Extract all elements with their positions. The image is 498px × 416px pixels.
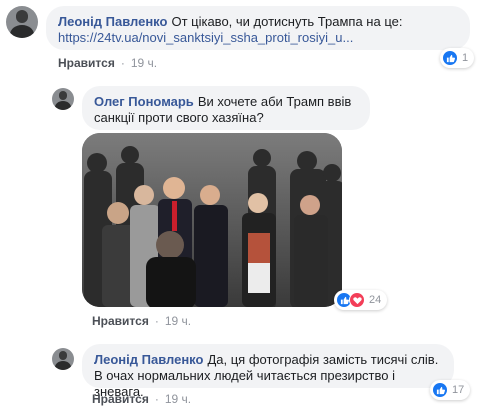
comment-actions: Нравится · 19 ч. (92, 314, 191, 328)
reaction-count: 17 (452, 384, 465, 396)
avatar[interactable] (52, 88, 74, 110)
separator-dot: · (154, 392, 159, 406)
like-button[interactable]: Нравится (58, 56, 115, 70)
like-button[interactable]: Нравится (92, 314, 149, 328)
comment-actions: Нравится · 19 ч. (92, 392, 191, 406)
comment-text: От цікаво, чи дотиснуть Трампа на це: (171, 14, 403, 29)
reaction-summary[interactable]: 1 (440, 48, 475, 68)
comment-link[interactable]: https://24tv.ua/novi_sanktsiyi_ssha_prot… (58, 30, 353, 45)
comment-author[interactable]: Леонід Павленко (94, 352, 203, 367)
comment-timestamp[interactable]: 19 ч. (165, 392, 191, 406)
reaction-summary[interactable]: 17 (430, 380, 471, 400)
comment-bubble: Олег Пономарь Ви хочете аби Трамп ввів са… (82, 86, 370, 130)
reaction-summary[interactable]: 24 (334, 290, 388, 310)
reaction-count: 1 (462, 52, 469, 64)
like-reaction-icon (432, 382, 448, 398)
comment-author[interactable]: Олег Пономарь (94, 94, 194, 109)
like-button[interactable]: Нравится (92, 392, 149, 406)
comment-photo[interactable] (82, 133, 342, 307)
separator-dot: · (120, 56, 125, 70)
comment-bubble: Леонід Павленко От цікаво, чи дотиснуть Т… (46, 6, 470, 50)
comment-timestamp[interactable]: 19 ч. (165, 314, 191, 328)
comment-timestamp[interactable]: 19 ч. (131, 56, 157, 70)
comment-bubble: Леонід Павленко Да, ця фотографія замість… (82, 344, 454, 399)
avatar[interactable] (52, 348, 74, 370)
reaction-count: 24 (369, 294, 382, 306)
love-reaction-icon (349, 292, 365, 308)
like-reaction-icon (442, 50, 458, 66)
avatar[interactable] (6, 6, 38, 38)
comment-author[interactable]: Леонід Павленко (58, 14, 167, 29)
comment-actions: Нравится · 19 ч. (58, 56, 157, 70)
separator-dot: · (154, 314, 159, 328)
